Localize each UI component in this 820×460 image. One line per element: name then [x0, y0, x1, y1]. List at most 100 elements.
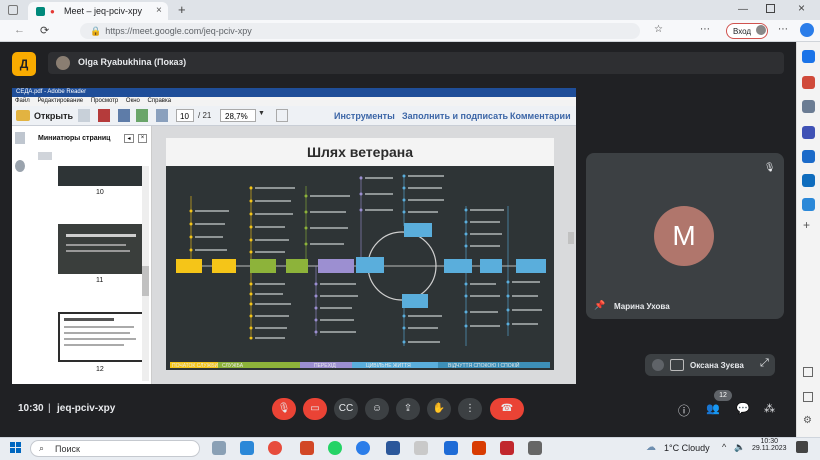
thumb-label-12: 12	[96, 366, 104, 373]
outlook-icon[interactable]	[802, 174, 815, 187]
office-icon[interactable]	[802, 150, 815, 163]
profile-icon[interactable]	[756, 25, 766, 35]
slide-title: Шлях ветерана	[306, 144, 414, 160]
explorer-icon[interactable]	[240, 441, 254, 455]
menu-file[interactable]: Файл	[15, 98, 30, 104]
close-pane-icon[interactable]: ×	[138, 134, 147, 143]
games-icon[interactable]	[802, 126, 815, 139]
mic-toggle-button[interactable]: 🎙	[272, 398, 296, 420]
url-field[interactable]: 🔒 https://meet.google.com/jeq-pciv-xpy	[80, 23, 640, 39]
tools-tab[interactable]: Инструменты	[334, 111, 395, 121]
back-icon[interactable]: ←	[14, 24, 25, 36]
comments-tab[interactable]: Комментарии	[510, 111, 571, 121]
speaker-icon[interactable]: 🔈	[734, 442, 745, 453]
recording-dot-icon: ●	[50, 7, 55, 16]
fit-page-icon[interactable]	[276, 109, 288, 122]
expand-icon[interactable]: ⤢	[760, 357, 769, 370]
menu-edit[interactable]: Редактирование	[37, 98, 83, 104]
new-tab-icon[interactable]: +	[178, 2, 186, 17]
word-icon[interactable]	[386, 441, 400, 455]
split-view-icon[interactable]	[803, 367, 813, 377]
acrobat-icon[interactable]	[500, 441, 514, 455]
captions-button[interactable]: CC	[334, 398, 358, 420]
document-scrollbar[interactable]	[568, 232, 574, 244]
lock-icon: 🔒	[90, 26, 102, 36]
browser-tab[interactable]: ● Meet – jeq-pciv-xpy ×	[28, 2, 168, 20]
app-icon[interactable]	[472, 441, 486, 455]
settings-more-icon[interactable]: ⋯	[778, 24, 788, 35]
menu-window[interactable]: Окно	[126, 98, 140, 104]
search-icon[interactable]	[802, 50, 815, 63]
whatsapp-icon[interactable]	[328, 441, 342, 455]
window-close-icon[interactable]: ×	[798, 1, 805, 15]
thumbnail-page-12[interactable]	[58, 312, 144, 362]
people-icon[interactable]: 👥	[706, 402, 720, 415]
pin-icon[interactable]: 📌	[594, 300, 605, 311]
collapse-pane-icon[interactable]: ◂	[124, 134, 134, 143]
favorites-icon[interactable]: ☆	[654, 24, 663, 35]
sidebar-settings-icon[interactable]: ⚙	[803, 415, 812, 426]
phase-2: СЛУЖБА	[222, 363, 244, 369]
sidebar-toggle-icon[interactable]	[803, 392, 813, 402]
camera-toggle-button[interactable]: ▭	[303, 398, 327, 420]
more-icon[interactable]: ⋯	[700, 24, 710, 35]
calculator-icon[interactable]	[212, 441, 226, 455]
zoom-select[interactable]: 28,7%	[220, 109, 256, 122]
copilot-icon[interactable]	[800, 23, 814, 37]
print-icon[interactable]	[136, 109, 148, 122]
pdf-icon[interactable]	[98, 109, 110, 122]
notifications-icon[interactable]	[796, 441, 808, 453]
page-number-input[interactable]: 10	[176, 109, 194, 122]
taskbar-search[interactable]: ⌕ Поиск	[30, 440, 200, 457]
reactions-button[interactable]: ☺	[365, 398, 389, 420]
leave-call-button[interactable]: ☎	[490, 398, 524, 420]
chevron-down-icon[interactable]: ▼	[258, 110, 265, 117]
phase-3: ПЕРЕХІД	[314, 363, 336, 369]
menu-help[interactable]: Справка	[148, 98, 172, 104]
chat-icon[interactable]: 💬	[736, 402, 750, 415]
search-placeholder: Поиск	[55, 444, 80, 454]
zoom-icon[interactable]	[444, 441, 458, 455]
minimize-icon[interactable]: —	[738, 4, 748, 15]
emoji-icon: ☺	[371, 403, 383, 414]
camera-off-icon	[670, 359, 684, 371]
add-icon[interactable]: +	[803, 218, 810, 232]
maximize-icon[interactable]	[766, 4, 775, 13]
thumbnail-page-10[interactable]	[58, 166, 144, 186]
thumbnail-page-11[interactable]	[58, 224, 144, 274]
info-icon[interactable]: ⓘ	[678, 402, 690, 419]
settings-icon[interactable]	[414, 441, 428, 455]
save-icon[interactable]	[118, 109, 130, 122]
browser-menu-icon[interactable]	[8, 5, 18, 15]
more-options-button[interactable]: ⋮	[458, 398, 482, 420]
activities-icon[interactable]: ⁂	[764, 402, 775, 415]
open-button[interactable]: Открыть	[34, 111, 73, 121]
menu-view[interactable]: Просмотр	[91, 98, 118, 104]
present-button[interactable]: ⇪	[396, 398, 420, 420]
attachment-icon[interactable]	[15, 160, 25, 172]
weather-widget[interactable]: 1°C Cloudy	[664, 443, 710, 453]
thumbnail-scrollbar[interactable]	[142, 166, 149, 381]
chrome-icon[interactable]	[268, 441, 282, 455]
tray-arrow-icon[interactable]: ^	[722, 442, 726, 452]
powerpoint-icon[interactable]	[300, 441, 314, 455]
thumb-label-11: 11	[96, 277, 104, 284]
shopping-icon[interactable]	[802, 76, 815, 89]
email-icon[interactable]	[156, 109, 168, 122]
close-tab-icon[interactable]: ×	[156, 5, 162, 16]
drop-icon[interactable]	[802, 198, 815, 211]
tools-icon[interactable]	[802, 100, 815, 113]
windows-start-icon[interactable]	[10, 442, 22, 454]
taskbar-clock[interactable]: 10:30 29.11.2023	[752, 438, 787, 452]
edge-icon[interactable]	[356, 441, 370, 455]
url-text: https://meet.google.com/jeq-pciv-xpy	[105, 26, 252, 36]
fill-sign-tab[interactable]: Заполнить и подписать	[402, 111, 508, 121]
pages-icon[interactable]	[15, 132, 25, 144]
photos-icon[interactable]	[528, 441, 542, 455]
create-icon[interactable]	[78, 109, 90, 122]
thumbnail-options-icon[interactable]	[38, 152, 52, 160]
reload-icon[interactable]: ⟳	[40, 24, 49, 37]
thumb-label-10: 10	[96, 189, 104, 196]
raise-hand-button[interactable]: ✋	[427, 398, 451, 420]
meet-favicon-icon	[36, 7, 45, 16]
